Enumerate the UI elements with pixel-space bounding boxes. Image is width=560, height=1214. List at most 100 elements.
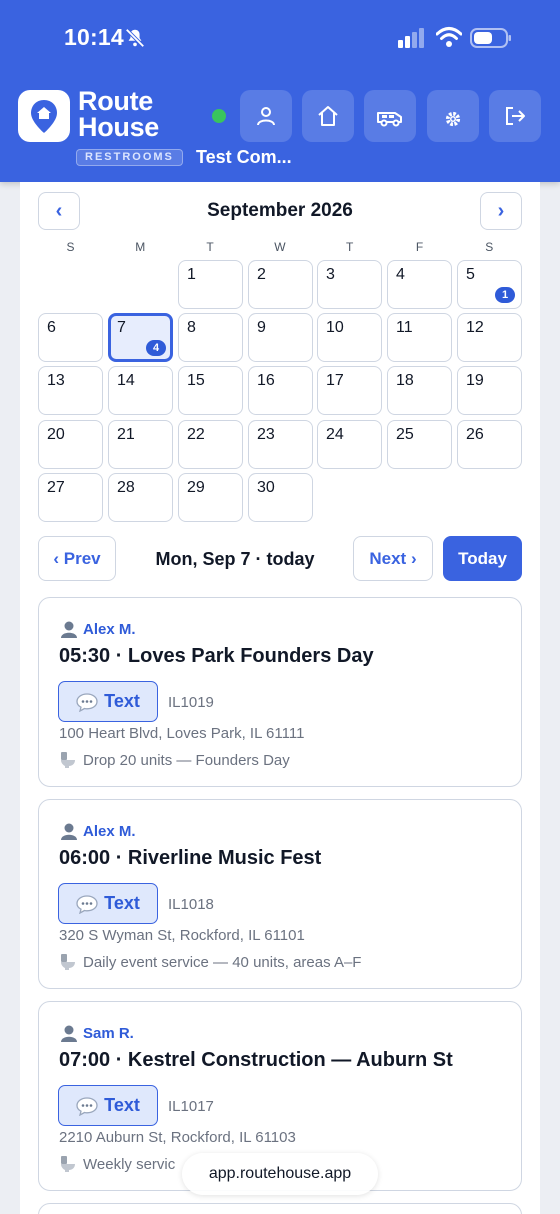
job-card[interactable]: Alex M. 06:00 · Riverline Music Fest Text I… <box>38 799 522 989</box>
cellular-signal-icon <box>398 28 424 48</box>
calendar-day-20[interactable]: 20 <box>38 420 103 469</box>
prev-day-button[interactable]: ‹ Prev <box>38 536 116 581</box>
job-card[interactable] <box>38 1203 522 1214</box>
profile-button[interactable] <box>240 90 292 142</box>
driver-icon <box>61 823 77 840</box>
toilet-icon <box>61 752 75 768</box>
job-title: 06:00 · Riverline Music Fest <box>59 847 322 869</box>
next-month-button[interactable]: › <box>480 192 522 230</box>
job-driver: Alex M. <box>59 620 136 638</box>
job-id: IL1018 <box>168 896 214 913</box>
calendar-day-19[interactable]: 19 <box>457 366 522 415</box>
text-driver-button[interactable]: Text <box>58 1085 158 1126</box>
current-date-label: Mon, Sep 7 · today <box>155 549 315 569</box>
weekday-label: W <box>274 240 286 254</box>
calendar-day-29[interactable]: 29 <box>178 473 243 522</box>
day-number: 10 <box>326 319 344 336</box>
calendar-day-24[interactable]: 24 <box>317 420 382 469</box>
day-number: 29 <box>187 479 205 496</box>
job-count-badge: 1 <box>495 287 515 303</box>
day-number: 26 <box>466 426 484 443</box>
day-number: 14 <box>117 372 135 389</box>
job-note-text: Weekly servic <box>83 1155 176 1173</box>
calendar-day-21[interactable]: 21 <box>108 420 173 469</box>
calendar-day-17[interactable]: 17 <box>317 366 382 415</box>
logout-icon <box>506 107 525 125</box>
calendar-day-7[interactable]: 74 <box>108 313 173 362</box>
driver-name: Alex M. <box>83 822 136 840</box>
calendar-day-5[interactable]: 51 <box>457 260 522 309</box>
text-button-label: Text <box>104 691 140 711</box>
weekday-label: S <box>66 240 75 254</box>
driver-icon <box>61 1025 77 1042</box>
day-number: 6 <box>47 319 56 336</box>
location-pin-icon <box>31 100 57 133</box>
day-number: 21 <box>117 426 135 443</box>
driver-name: Sam R. <box>83 1024 134 1042</box>
browser-url-bar[interactable]: app.routehouse.app <box>182 1153 378 1195</box>
toilet-icon <box>61 954 75 970</box>
calendar-day-27[interactable]: 27 <box>38 473 103 522</box>
calendar-day-10[interactable]: 10 <box>317 313 382 362</box>
text-driver-button[interactable]: Text <box>58 883 158 924</box>
day-number: 11 <box>396 319 413 336</box>
job-card[interactable]: Alex M. 05:30 · Loves Park Founders Day Te… <box>38 597 522 787</box>
brand-name: Route House <box>78 86 160 142</box>
calendar-day-16[interactable]: 16 <box>248 366 313 415</box>
calendar-day-23[interactable]: 23 <box>248 420 313 469</box>
vehicles-button[interactable] <box>364 90 416 142</box>
today-button[interactable]: Today <box>443 536 522 581</box>
bell-slash-icon <box>125 28 145 48</box>
calendar-day-15[interactable]: 15 <box>178 366 243 415</box>
day-number: 18 <box>396 372 414 389</box>
day-number: 24 <box>326 426 344 443</box>
home-button[interactable] <box>302 90 354 142</box>
job-id: IL1019 <box>168 694 214 711</box>
calendar-day-25[interactable]: 25 <box>387 420 452 469</box>
speech-bubble-icon <box>76 692 98 712</box>
calendar-day-1[interactable]: 1 <box>178 260 243 309</box>
job-note-text: Drop 20 units — Founders Day <box>83 751 290 769</box>
job-address: 320 S Wyman St, Rockford, IL 61101 <box>59 927 305 944</box>
calendar-day-18[interactable]: 18 <box>387 366 452 415</box>
day-number: 1 <box>187 266 196 283</box>
day-number: 15 <box>187 372 205 389</box>
job-note-text: Daily event service — 40 units, areas A–… <box>83 953 362 971</box>
wifi-icon <box>436 27 462 47</box>
settings-button[interactable] <box>427 90 479 142</box>
speech-bubble-icon <box>76 1096 98 1116</box>
company-name[interactable]: Test Com... <box>196 147 292 168</box>
weekday-label: T <box>346 240 354 254</box>
online-status-dot <box>212 109 226 123</box>
calendar-month-title: September 2026 <box>207 200 353 221</box>
calendar-day-4[interactable]: 4 <box>387 260 452 309</box>
calendar-day-9[interactable]: 9 <box>248 313 313 362</box>
calendar-day-14[interactable]: 14 <box>108 366 173 415</box>
calendar-day-22[interactable]: 22 <box>178 420 243 469</box>
day-number: 20 <box>47 426 65 443</box>
day-number: 17 <box>326 372 344 389</box>
toilet-icon <box>61 1156 75 1172</box>
battery-icon <box>470 28 511 48</box>
weekday-label: T <box>206 240 214 254</box>
job-id: IL1017 <box>168 1098 214 1115</box>
calendar-day-2[interactable]: 2 <box>248 260 313 309</box>
next-day-button[interactable]: Next › <box>353 536 433 581</box>
text-driver-button[interactable]: Text <box>58 681 158 722</box>
calendar-day-8[interactable]: 8 <box>178 313 243 362</box>
day-number: 22 <box>187 426 205 443</box>
day-number: 16 <box>257 372 275 389</box>
day-number: 12 <box>466 319 484 336</box>
calendar-day-30[interactable]: 30 <box>248 473 313 522</box>
calendar-day-11[interactable]: 11 <box>387 313 452 362</box>
app-header: 10:14 Route House RESTROOMS Test Com... <box>0 0 560 182</box>
calendar-day-6[interactable]: 6 <box>38 313 103 362</box>
calendar-day-3[interactable]: 3 <box>317 260 382 309</box>
logout-button[interactable] <box>489 90 541 142</box>
calendar-day-26[interactable]: 26 <box>457 420 522 469</box>
day-number: 9 <box>257 319 266 336</box>
calendar-day-13[interactable]: 13 <box>38 366 103 415</box>
gear-icon <box>445 111 461 127</box>
calendar-day-28[interactable]: 28 <box>108 473 173 522</box>
calendar-day-12[interactable]: 12 <box>457 313 522 362</box>
